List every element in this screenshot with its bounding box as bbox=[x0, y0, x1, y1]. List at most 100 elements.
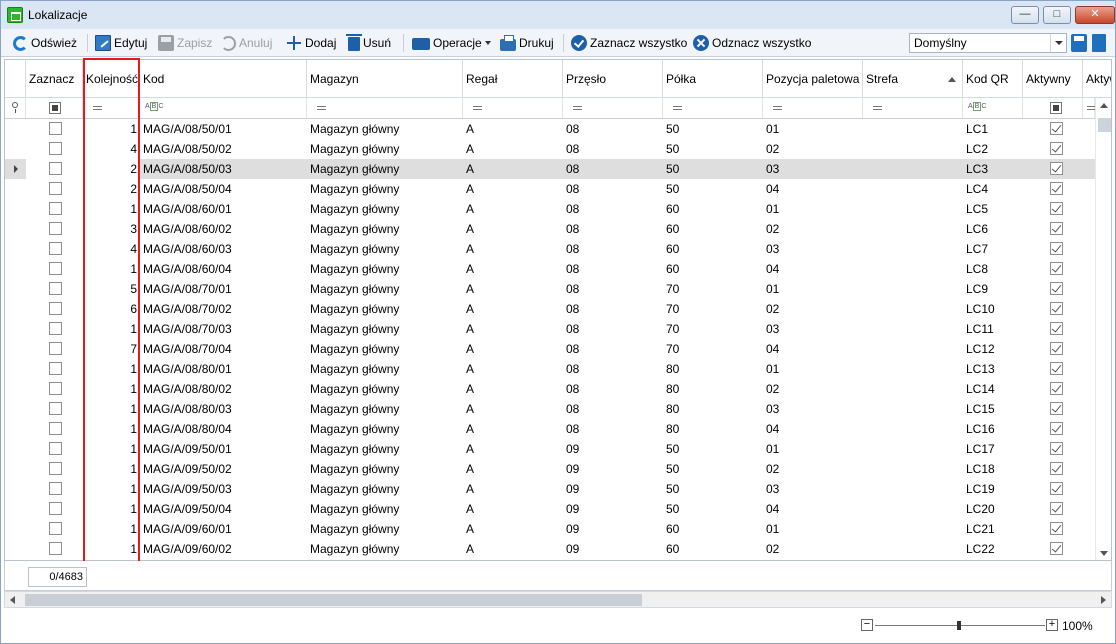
cell-pozycja[interactable]: 02 bbox=[763, 379, 863, 399]
column-header-kod-qr[interactable]: Kod QR bbox=[963, 60, 1023, 98]
cell-przeslo[interactable]: 08 bbox=[563, 319, 663, 339]
horizontal-scroll-thumb[interactable] bbox=[25, 594, 642, 606]
cell-regal[interactable]: A bbox=[463, 179, 563, 199]
cell-regal[interactable]: A bbox=[463, 519, 563, 539]
scroll-left-icon[interactable] bbox=[10, 596, 15, 604]
cell-kolejnosc[interactable]: 1 bbox=[83, 459, 140, 479]
cell-kod-qr[interactable]: LC13 bbox=[963, 359, 1023, 379]
filter-aktywny[interactable] bbox=[1023, 98, 1083, 118]
cell-kolejnosc[interactable]: 6 bbox=[83, 299, 140, 319]
cell-pozycja[interactable]: 02 bbox=[763, 299, 863, 319]
select-checkbox[interactable] bbox=[49, 182, 62, 195]
column-header-kolejnosc[interactable]: Kolejność bbox=[83, 60, 140, 98]
cell-regal[interactable]: A bbox=[463, 259, 563, 279]
cell-kolejnosc[interactable]: 1 bbox=[83, 319, 140, 339]
cell-kolejnosc[interactable]: 3 bbox=[83, 219, 140, 239]
active-checkbox[interactable] bbox=[1050, 522, 1063, 535]
cell-przeslo[interactable]: 08 bbox=[563, 419, 663, 439]
select-checkbox[interactable] bbox=[49, 162, 62, 175]
cell-kod-qr[interactable]: LC9 bbox=[963, 279, 1023, 299]
active-checkbox[interactable] bbox=[1050, 382, 1063, 395]
row-indicator[interactable] bbox=[5, 379, 26, 399]
cell-polka[interactable]: 70 bbox=[663, 279, 763, 299]
cell-kod[interactable]: MAG/A/08/80/01 bbox=[140, 359, 307, 379]
cell-magazyn[interactable]: Magazyn główny bbox=[307, 139, 463, 159]
cell-polka[interactable]: 60 bbox=[663, 239, 763, 259]
select-checkbox[interactable] bbox=[49, 322, 62, 335]
cell-pozycja[interactable]: 01 bbox=[763, 199, 863, 219]
cell-przeslo[interactable]: 08 bbox=[563, 399, 663, 419]
column-header-aktywny-2[interactable]: Aktyw bbox=[1083, 60, 1111, 98]
active-checkbox[interactable] bbox=[1050, 362, 1063, 375]
cell-regal[interactable]: A bbox=[463, 219, 563, 239]
cell-regal[interactable]: A bbox=[463, 119, 563, 139]
cell-polka[interactable]: 60 bbox=[663, 219, 763, 239]
filter-checkbox-icon[interactable] bbox=[49, 102, 61, 114]
filter-przeslo[interactable] bbox=[563, 98, 663, 118]
filter-strefa[interactable] bbox=[863, 98, 963, 118]
cell-pozycja[interactable]: 03 bbox=[763, 159, 863, 179]
cell-kod[interactable]: MAG/A/08/80/02 bbox=[140, 379, 307, 399]
cell-kod-qr[interactable]: LC17 bbox=[963, 439, 1023, 459]
select-checkbox[interactable] bbox=[49, 262, 62, 275]
active-checkbox[interactable] bbox=[1050, 282, 1063, 295]
cell-kod[interactable]: MAG/A/09/50/01 bbox=[140, 439, 307, 459]
cell-kolejnosc[interactable]: 1 bbox=[83, 359, 140, 379]
row-indicator[interactable] bbox=[5, 539, 26, 559]
select-checkbox[interactable] bbox=[49, 442, 62, 455]
cell-przeslo[interactable]: 08 bbox=[563, 199, 663, 219]
cell-kod-qr[interactable]: LC8 bbox=[963, 259, 1023, 279]
select-checkbox[interactable] bbox=[49, 222, 62, 235]
cell-kod-qr[interactable]: LC18 bbox=[963, 459, 1023, 479]
active-checkbox[interactable] bbox=[1050, 402, 1063, 415]
cell-polka[interactable]: 60 bbox=[663, 519, 763, 539]
cell-pozycja[interactable]: 02 bbox=[763, 219, 863, 239]
table-row[interactable]: 1 MAG/A/08/70/03 Magazyn główny A 08 70 03 LC11 bbox=[5, 319, 1095, 339]
cancel-button[interactable]: Anuluj bbox=[221, 33, 272, 53]
cell-regal[interactable]: A bbox=[463, 419, 563, 439]
cell-polka[interactable]: 50 bbox=[663, 179, 763, 199]
cell-przeslo[interactable]: 09 bbox=[563, 479, 663, 499]
cell-magazyn[interactable]: Magazyn główny bbox=[307, 519, 463, 539]
cell-magazyn[interactable]: Magazyn główny bbox=[307, 199, 463, 219]
column-header-regal[interactable]: Regał bbox=[463, 60, 563, 98]
deselect-all-button[interactable]: Odznacz wszystko bbox=[693, 33, 811, 53]
row-indicator[interactable] bbox=[5, 419, 26, 439]
save-button[interactable]: Zapisz bbox=[158, 33, 212, 53]
table-row[interactable]: 1 MAG/A/09/50/02 Magazyn główny A 09 50 02 LC18 bbox=[5, 459, 1095, 479]
cell-kolejnosc[interactable]: 2 bbox=[83, 179, 140, 199]
cell-regal[interactable]: A bbox=[463, 199, 563, 219]
cell-magazyn[interactable]: Magazyn główny bbox=[307, 459, 463, 479]
active-checkbox[interactable] bbox=[1050, 342, 1063, 355]
cell-pozycja[interactable]: 03 bbox=[763, 479, 863, 499]
cell-magazyn[interactable]: Magazyn główny bbox=[307, 159, 463, 179]
column-header-polka[interactable]: Półka bbox=[663, 60, 763, 98]
row-indicator[interactable] bbox=[5, 159, 26, 179]
table-row[interactable]: 1 MAG/A/08/60/04 Magazyn główny A 08 60 04 LC8 bbox=[5, 259, 1095, 279]
cell-polka[interactable]: 60 bbox=[663, 259, 763, 279]
cell-magazyn[interactable]: Magazyn główny bbox=[307, 479, 463, 499]
zoom-out-button[interactable]: − bbox=[861, 619, 873, 631]
cell-kod-qr[interactable]: LC3 bbox=[963, 159, 1023, 179]
select-checkbox[interactable] bbox=[49, 482, 62, 495]
cell-kod-qr[interactable]: LC6 bbox=[963, 219, 1023, 239]
cell-polka[interactable]: 60 bbox=[663, 199, 763, 219]
cell-pozycja[interactable]: 03 bbox=[763, 319, 863, 339]
cell-pozycja[interactable]: 04 bbox=[763, 339, 863, 359]
cell-pozycja[interactable]: 01 bbox=[763, 519, 863, 539]
active-checkbox[interactable] bbox=[1050, 482, 1063, 495]
table-row[interactable]: 1 MAG/A/09/50/04 Magazyn główny A 09 50 04 LC20 bbox=[5, 499, 1095, 519]
cell-polka[interactable]: 50 bbox=[663, 159, 763, 179]
cell-pozycja[interactable]: 01 bbox=[763, 119, 863, 139]
column-header-zaznacz[interactable]: Zaznacz bbox=[26, 60, 83, 98]
cell-polka[interactable]: 80 bbox=[663, 419, 763, 439]
filter-polka[interactable] bbox=[663, 98, 763, 118]
cell-przeslo[interactable]: 08 bbox=[563, 239, 663, 259]
cell-kolejnosc[interactable]: 4 bbox=[83, 139, 140, 159]
scroll-up-icon[interactable] bbox=[1100, 103, 1108, 108]
cell-przeslo[interactable]: 08 bbox=[563, 179, 663, 199]
cell-kod[interactable]: MAG/A/08/50/04 bbox=[140, 179, 307, 199]
filter-regal[interactable] bbox=[463, 98, 563, 118]
cell-przeslo[interactable]: 08 bbox=[563, 379, 663, 399]
filter-kolejnosc[interactable] bbox=[83, 98, 140, 118]
